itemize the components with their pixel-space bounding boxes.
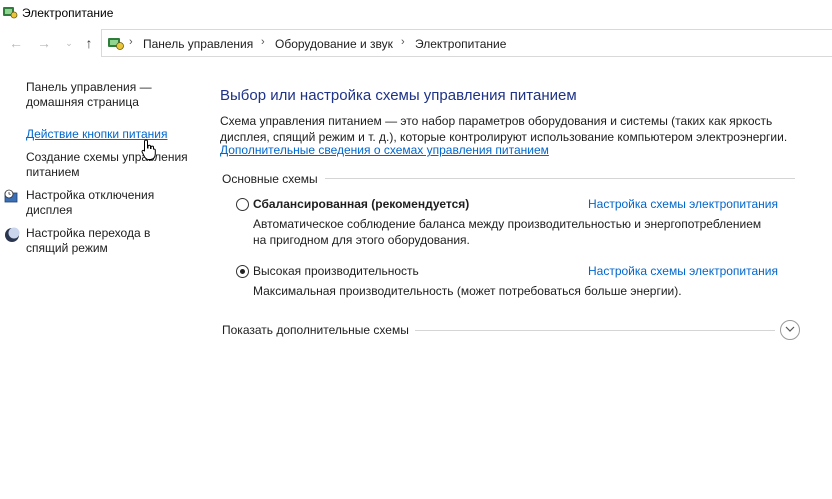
more-info-link[interactable]: Дополнительные сведения о схемах управле… — [220, 143, 549, 157]
sidebar-item-display-off[interactable]: Настройка отключения дисплея — [26, 188, 154, 218]
title-bar: Электропитание — [0, 0, 832, 26]
sidebar-item-label: Создание схемы управления — [26, 150, 188, 164]
sidebar-item-label: домашняя страница — [26, 95, 139, 109]
sidebar-item-label: дисплея — [26, 203, 73, 217]
control-panel-icon — [108, 38, 124, 50]
chevron-down-icon[interactable]: ⌄ — [60, 34, 78, 52]
group-label: Основные схемы — [222, 172, 318, 186]
power-options-icon — [3, 7, 18, 19]
hand-cursor-icon — [141, 139, 156, 160]
sidebar-item-label: спящий режим — [26, 241, 108, 255]
plan-description-line: Автоматическое соблюдение баланса между … — [253, 217, 762, 231]
window-title: Электропитание — [22, 6, 114, 20]
sidebar-item-sleep[interactable]: Настройка перехода в спящий режим — [26, 226, 150, 256]
high-performance-plan-radio[interactable] — [236, 265, 249, 278]
sidebar-item-home[interactable]: Панель управления — домашняя страница — [26, 80, 152, 110]
breadcrumb-power-options[interactable]: Электропитание — [415, 37, 506, 51]
show-more-plans-label[interactable]: Показать дополнительные схемы — [222, 323, 409, 337]
high-performance-plan-name[interactable]: Высокая производительность — [253, 264, 419, 278]
breadcrumb-separator: › — [401, 36, 405, 48]
display-clock-icon — [4, 189, 18, 203]
page-title: Выбор или настройка схемы управления пит… — [220, 87, 577, 104]
breadcrumb-hardware-sound[interactable]: Оборудование и звук — [275, 37, 393, 51]
back-arrow-icon[interactable]: ← — [7, 34, 25, 52]
page-description: Схема управления питанием — это набор па… — [220, 113, 787, 145]
high-performance-plan-settings-link[interactable]: Настройка схемы электропитания — [588, 264, 778, 278]
address-bar[interactable]: › Панель управления › Оборудование и зву… — [101, 29, 832, 57]
sidebar-item-label: питанием — [26, 165, 80, 179]
plan-description-line: Максимальная производительность (может п… — [253, 284, 682, 298]
breadcrumb-control-panel[interactable]: Панель управления — [143, 37, 253, 51]
balanced-plan-settings-link[interactable]: Настройка схемы электропитания — [588, 197, 778, 211]
show-more-divider — [415, 330, 775, 331]
chevron-down-icon — [785, 326, 795, 332]
breadcrumb-separator: › — [129, 36, 133, 48]
expand-button[interactable] — [780, 320, 800, 340]
navigation-bar: ← → ⌄ ↑ › Панель управления › Оборудован… — [0, 28, 832, 58]
balanced-plan-name[interactable]: Сбалансированная (рекомендуется) — [253, 197, 469, 211]
sidebar-item-label: Настройка отключения — [26, 188, 155, 202]
high-performance-plan-description: Максимальная производительность (может п… — [253, 283, 682, 299]
sidebar-item-label: Панель управления — — [26, 80, 152, 94]
forward-arrow-icon[interactable]: → — [35, 34, 53, 52]
sidebar-item-label: Настройка перехода в — [26, 226, 151, 240]
balanced-plan-description: Автоматическое соблюдение баланса между … — [253, 216, 761, 248]
moon-icon — [5, 227, 20, 242]
breadcrumb-separator: › — [261, 36, 265, 48]
group-divider — [325, 178, 795, 179]
plan-description-line: на пригодном для этого оборудования. — [253, 233, 470, 247]
sidebar-item-create-plan[interactable]: Создание схемы управления питанием — [26, 150, 188, 180]
balanced-plan-radio[interactable] — [236, 198, 249, 211]
up-arrow-icon[interactable]: ↑ — [80, 34, 98, 52]
description-line: Схема управления питанием — это набор па… — [220, 114, 773, 128]
